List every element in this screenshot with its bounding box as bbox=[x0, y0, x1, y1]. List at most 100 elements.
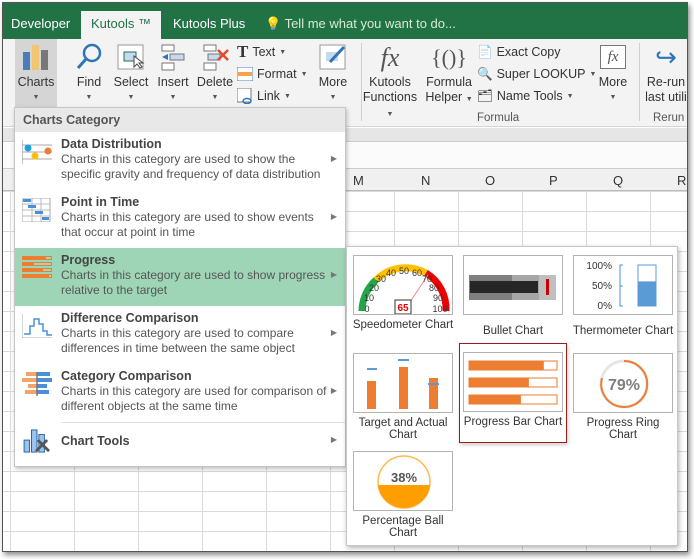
group-label-rerun: Rerun bbox=[653, 112, 685, 124]
rerun-button[interactable]: ↪ Re-run last utili bbox=[641, 39, 687, 105]
speedometer-thumbnail: 0 10 20 30 40 50 60 70 80 90 100 65 bbox=[353, 255, 453, 315]
thermometer-fill bbox=[638, 281, 656, 306]
tab-kutools-plus[interactable]: Kutools Plus bbox=[165, 11, 253, 39]
column-header[interactable]: N bbox=[421, 173, 430, 188]
bullet-chart-thumbnail bbox=[463, 255, 563, 315]
text-t-icon: T bbox=[237, 42, 249, 61]
submenu-arrow-icon: ▶ bbox=[330, 270, 337, 279]
category-comparison-icon bbox=[22, 372, 52, 396]
charts-category-menu: Charts Category Data Distribution Charts… bbox=[14, 107, 346, 467]
progress-bar-fill bbox=[469, 361, 544, 370]
menu-item-difference-comparison[interactable]: Difference Comparison Charts in this cat… bbox=[15, 306, 345, 364]
speedometer-tick: 10 bbox=[364, 293, 374, 303]
insert-button[interactable]: Insert ▼ bbox=[155, 39, 191, 105]
submenu-arrow-icon: ▶ bbox=[330, 435, 337, 444]
gallery-item-speedometer[interactable]: 0 10 20 30 40 50 60 70 80 90 100 65 Spee… bbox=[351, 251, 455, 331]
column-header[interactable]: Q bbox=[613, 173, 623, 188]
super-lookup-button[interactable]: 🔍 Super LOOKUP ▼ bbox=[477, 63, 596, 85]
exact-copy-button[interactable]: 📄 Exact Copy bbox=[477, 41, 561, 63]
name-tools-icon: 🗂 bbox=[477, 88, 493, 103]
more-button-1[interactable]: More ▼ bbox=[313, 39, 353, 105]
column-header[interactable]: M bbox=[353, 173, 364, 188]
formula-helper-button[interactable]: {()} Formula Helper ▼ bbox=[423, 39, 475, 107]
lookup-icon: 🔍 bbox=[477, 66, 493, 81]
gallery-item-bullet[interactable]: Bullet Chart bbox=[461, 251, 565, 337]
tell-me-box[interactable]: 💡 Tell me what you want to do... bbox=[265, 11, 456, 37]
gallery-item-label: Bullet Chart bbox=[482, 325, 544, 337]
column-header[interactable]: R bbox=[677, 173, 686, 188]
charts-button[interactable]: Charts ▼ bbox=[15, 39, 57, 109]
speedometer-value: 65 bbox=[397, 303, 409, 314]
submenu-arrow-icon: ▶ bbox=[330, 328, 337, 337]
speedometer-tick: 90 bbox=[433, 293, 443, 303]
ribbon-tabbar: Developer Kutools ™ Kutools Plus 💡 Tell … bbox=[3, 3, 687, 39]
progress-ring-thumbnail: 79% bbox=[573, 353, 673, 413]
data-distribution-icon bbox=[22, 140, 52, 164]
menu-item-point-in-time[interactable]: Point in Time Charts in this category ar… bbox=[15, 190, 345, 248]
link-icon bbox=[237, 88, 252, 104]
progress-icon bbox=[22, 256, 52, 278]
progress-bar-thumbnail bbox=[463, 352, 563, 412]
column-header[interactable]: O bbox=[485, 173, 495, 188]
delete-cells-icon bbox=[195, 39, 235, 75]
tab-developer[interactable]: Developer bbox=[3, 11, 78, 39]
menu-item-chart-tools[interactable]: Chart Tools ▶ bbox=[15, 423, 345, 459]
braces-icon: {()} bbox=[431, 44, 467, 70]
submenu-arrow-icon: ▶ bbox=[330, 154, 337, 163]
submenu-arrow-icon: ▶ bbox=[330, 386, 337, 395]
point-in-time-icon bbox=[22, 198, 51, 222]
insert-cells-icon bbox=[155, 39, 191, 75]
kutools-functions-button[interactable]: fx Kutools Functions ▼ bbox=[361, 39, 419, 122]
copy-icon: 📄 bbox=[477, 44, 493, 59]
fx-icon: fx bbox=[380, 42, 400, 72]
column-header[interactable]: P bbox=[549, 173, 558, 188]
speedometer-tick: 100 bbox=[432, 304, 447, 314]
gallery-item-percentage-ball[interactable]: 38% Percentage Ball Chart bbox=[351, 447, 455, 539]
menu-header: Charts Category bbox=[15, 108, 345, 132]
svg-text:0%: 0% bbox=[598, 301, 613, 312]
speedometer-tick: 40 bbox=[386, 268, 396, 278]
gallery-item-target-actual[interactable]: Target and Actual Chart bbox=[351, 349, 455, 441]
gallery-item-thermometer[interactable]: 100% 50% 0% Thermometer Chart bbox=[571, 251, 675, 337]
speedometer-tick: 20 bbox=[369, 283, 379, 293]
separator bbox=[639, 43, 640, 121]
rerun-arrow-icon: ↪ bbox=[655, 41, 677, 72]
thermometer-thumbnail: 100% 50% 0% bbox=[573, 255, 673, 315]
speedometer-tick: 80 bbox=[429, 283, 439, 293]
delete-button[interactable]: Delete ▼ bbox=[195, 39, 235, 105]
svg-text:50%: 50% bbox=[592, 281, 612, 292]
name-tools-button[interactable]: 🗂 Name Tools ▼ bbox=[477, 85, 574, 107]
percentage-ball-value: 38% bbox=[391, 470, 417, 485]
gallery-item-label: Thermometer Chart bbox=[572, 325, 674, 337]
format-button[interactable]: Format ▼ bbox=[237, 63, 308, 85]
difference-comparison-icon bbox=[22, 314, 52, 338]
more-button-2[interactable]: fx More ▼ bbox=[595, 39, 631, 105]
tab-kutools[interactable]: Kutools ™ bbox=[81, 11, 161, 39]
progress-bar-fill bbox=[469, 395, 521, 404]
speedometer-tick: 50 bbox=[399, 266, 409, 276]
text-button[interactable]: T Text ▼ bbox=[237, 41, 286, 63]
gallery-item-label: Progress Ring Chart bbox=[586, 417, 660, 441]
menu-item-data-distribution[interactable]: Data Distribution Charts in this categor… bbox=[15, 132, 345, 190]
speedometer-tick: 0 bbox=[364, 304, 369, 314]
percentage-ball-thumbnail: 38% bbox=[353, 451, 453, 511]
gallery-item-progress-bar[interactable]: Progress Bar Chart bbox=[459, 343, 567, 443]
fx-box-icon: fx bbox=[595, 39, 631, 75]
link-button[interactable]: Link ▼ bbox=[237, 85, 291, 107]
gallery-item-label: Target and Actual Chart bbox=[358, 417, 448, 441]
chart-tools-icon bbox=[23, 429, 50, 453]
format-icon bbox=[237, 67, 253, 81]
progress-ring-value: 79% bbox=[608, 377, 640, 394]
group-label-formula: Formula bbox=[477, 112, 520, 124]
magnifier-icon bbox=[71, 39, 107, 75]
lightbulb-icon: 💡 bbox=[265, 16, 282, 31]
gallery-item-label: Progress Bar Chart bbox=[463, 416, 563, 428]
find-button[interactable]: Find ▼ bbox=[71, 39, 107, 105]
menu-item-category-comparison[interactable]: Category Comparison Charts in this categ… bbox=[15, 364, 345, 422]
submenu-arrow-icon: ▶ bbox=[330, 212, 337, 221]
menu-item-progress[interactable]: Progress Charts in this category are use… bbox=[15, 248, 345, 306]
gallery-item-progress-ring[interactable]: 79% Progress Ring Chart bbox=[571, 349, 675, 441]
select-button[interactable]: Select ▼ bbox=[111, 39, 151, 105]
gallery-item-label: Speedometer Chart bbox=[352, 319, 454, 331]
svg-text:100%: 100% bbox=[586, 261, 612, 272]
